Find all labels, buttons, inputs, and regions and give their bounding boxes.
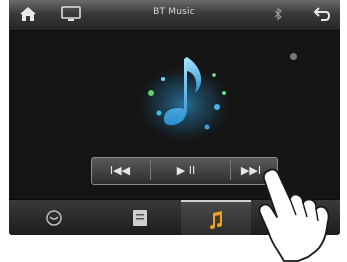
home-icon [20, 7, 36, 21]
hand-pointer-icon [258, 168, 330, 262]
previous-track-icon: I◀◀ [109, 163, 131, 177]
play-pause-button[interactable]: ▶ II [150, 160, 221, 180]
nav-phone[interactable] [9, 200, 99, 235]
display-icon [61, 6, 81, 21]
music-note-icon [134, 57, 234, 142]
bluetooth-status [271, 3, 285, 25]
home-button[interactable] [17, 3, 39, 25]
display-button[interactable] [59, 3, 83, 25]
play-pause-icon: ▶ II [176, 163, 196, 177]
phone-icon [46, 210, 62, 226]
nav-contacts[interactable] [99, 200, 181, 235]
page-title: BT Music [153, 7, 195, 17]
music-note-icon [210, 211, 222, 229]
back-button[interactable] [310, 3, 334, 25]
previous-track-button[interactable]: I◀◀ [100, 160, 140, 180]
contacts-icon [133, 210, 147, 226]
top-bar: BT Music [9, 0, 340, 31]
nav-music[interactable] [181, 200, 251, 235]
status-dot [290, 53, 297, 60]
bluetooth-icon [274, 8, 282, 20]
back-icon [313, 7, 331, 21]
